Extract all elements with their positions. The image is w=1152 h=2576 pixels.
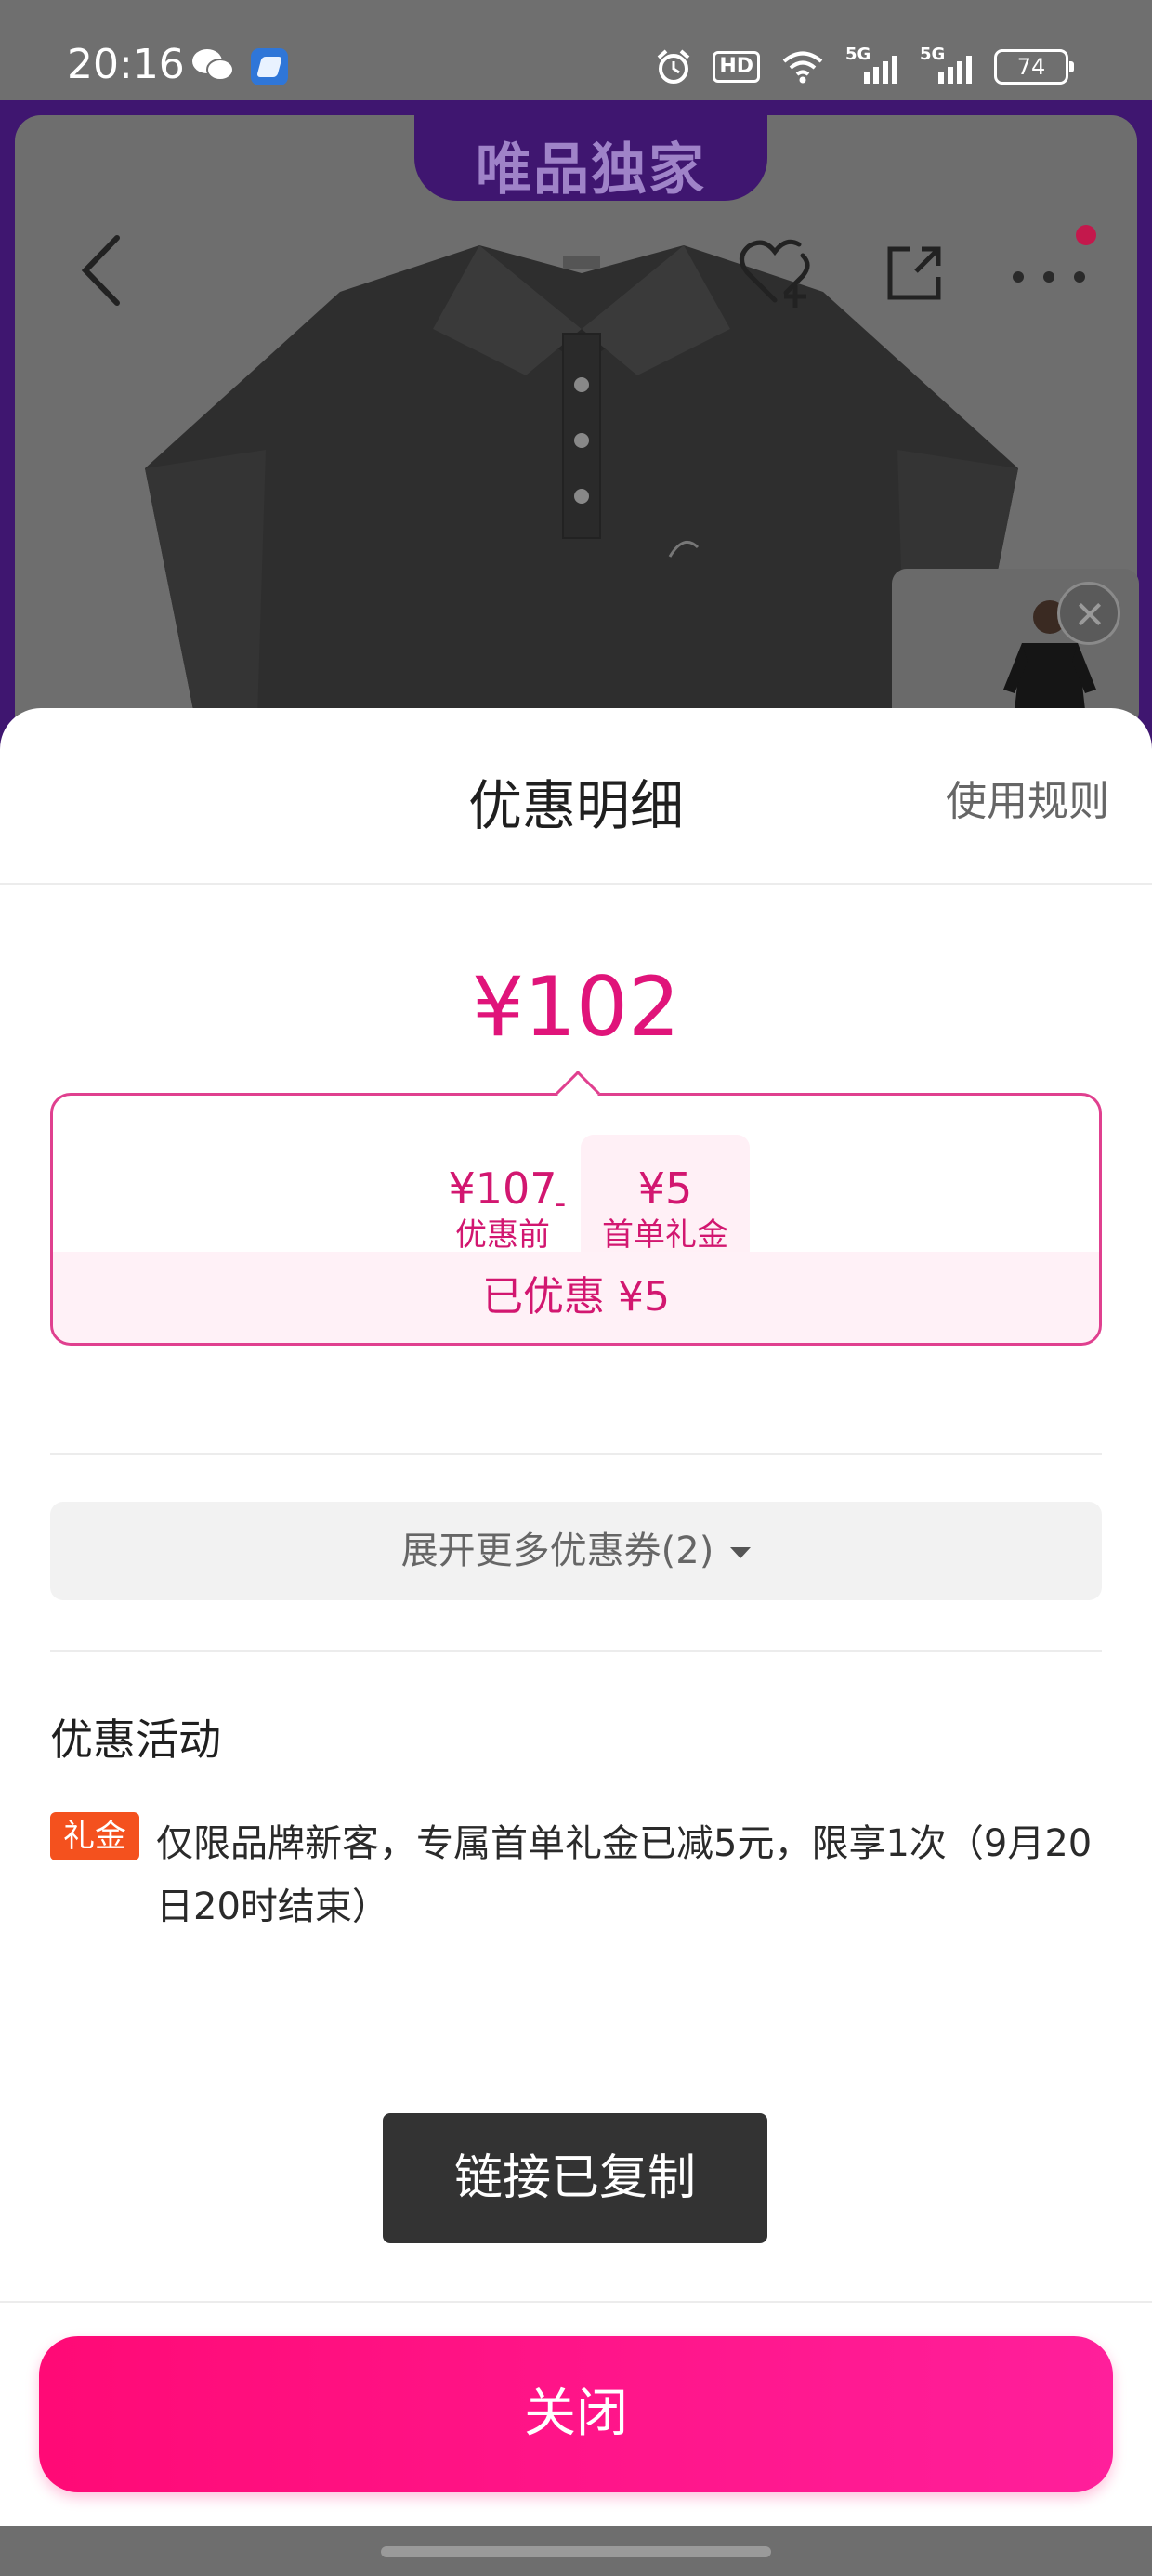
- minus-operator: -: [555, 1185, 567, 1222]
- screen: 20:16 HD 5G 5G 74 唯品独家 优惠明细 使用规则 ¥102 ¥1…: [0, 0, 1152, 2576]
- gift-label: 首单礼金: [602, 1216, 728, 1254]
- notification-dot: [1076, 225, 1096, 245]
- header-divider: [0, 883, 1152, 885]
- more-icon[interactable]: [1007, 240, 1091, 305]
- alarm-icon: [657, 49, 690, 84]
- activities-title: 优惠活动: [50, 1715, 221, 1765]
- promo-tab: 唯品独家: [414, 115, 767, 203]
- activity-description: 仅限品牌新客，专属首单礼金已减5元，限享1次（9月20日20时结束）: [156, 1822, 1093, 1928]
- gift-amount: ¥5: [637, 1163, 693, 1214]
- wechat-icon: [192, 49, 234, 81]
- status-indicators: HD 5G 5G 74: [655, 45, 1074, 87]
- wifi-icon: [782, 51, 823, 84]
- caret-down-icon: [730, 1547, 752, 1558]
- gift-tag: 礼金: [50, 1812, 139, 1860]
- section-divider: [50, 1650, 1102, 1652]
- close-button[interactable]: 关闭: [39, 2336, 1113, 2492]
- back-icon[interactable]: [74, 230, 130, 310]
- signal-5g-2-icon: 5G: [920, 45, 974, 85]
- original-price-block: ¥107 优惠前: [410, 1163, 596, 1255]
- signal-5g-1-icon: 5G: [845, 45, 899, 85]
- favorite-add-icon[interactable]: [738, 235, 816, 309]
- battery-icon: 74: [994, 49, 1074, 85]
- section-divider: [50, 1453, 1102, 1455]
- status-bar: 20:16 HD 5G 5G 74: [0, 0, 1152, 100]
- expand-coupons-button[interactable]: 展开更多优惠券(2): [50, 1502, 1102, 1600]
- footer-divider: [0, 2301, 1152, 2303]
- copied-toast: 链接已复制: [383, 2113, 767, 2243]
- saved-amount: 已优惠 ¥5: [53, 1252, 1099, 1343]
- original-price-label: 优惠前: [455, 1216, 550, 1254]
- original-price: ¥107: [448, 1163, 557, 1214]
- home-indicator[interactable]: [381, 2546, 771, 2557]
- final-price: ¥102: [472, 959, 680, 1055]
- video-close-icon[interactable]: [1057, 582, 1120, 645]
- system-nav-bar: [0, 2526, 1152, 2576]
- usage-rules-link[interactable]: 使用规则: [946, 768, 1109, 827]
- share-icon[interactable]: [883, 242, 946, 305]
- discount-detail-sheet: 优惠明细 使用规则 ¥102 ¥107 优惠前 - ¥5 首单礼金 已优惠 ¥5…: [0, 708, 1152, 2526]
- breakdown-pointer: [555, 1070, 601, 1116]
- expand-coupons-label: 展开更多优惠券(2): [400, 1530, 714, 1572]
- price-breakdown: ¥107 优惠前 - ¥5 首单礼金 已优惠 ¥5: [50, 1070, 1102, 1346]
- promo-tab-label: 唯品独家: [476, 138, 706, 203]
- hd-voice-icon: HD: [713, 51, 760, 83]
- status-time: 20:16: [67, 41, 185, 88]
- app-notification-icon: [251, 48, 288, 85]
